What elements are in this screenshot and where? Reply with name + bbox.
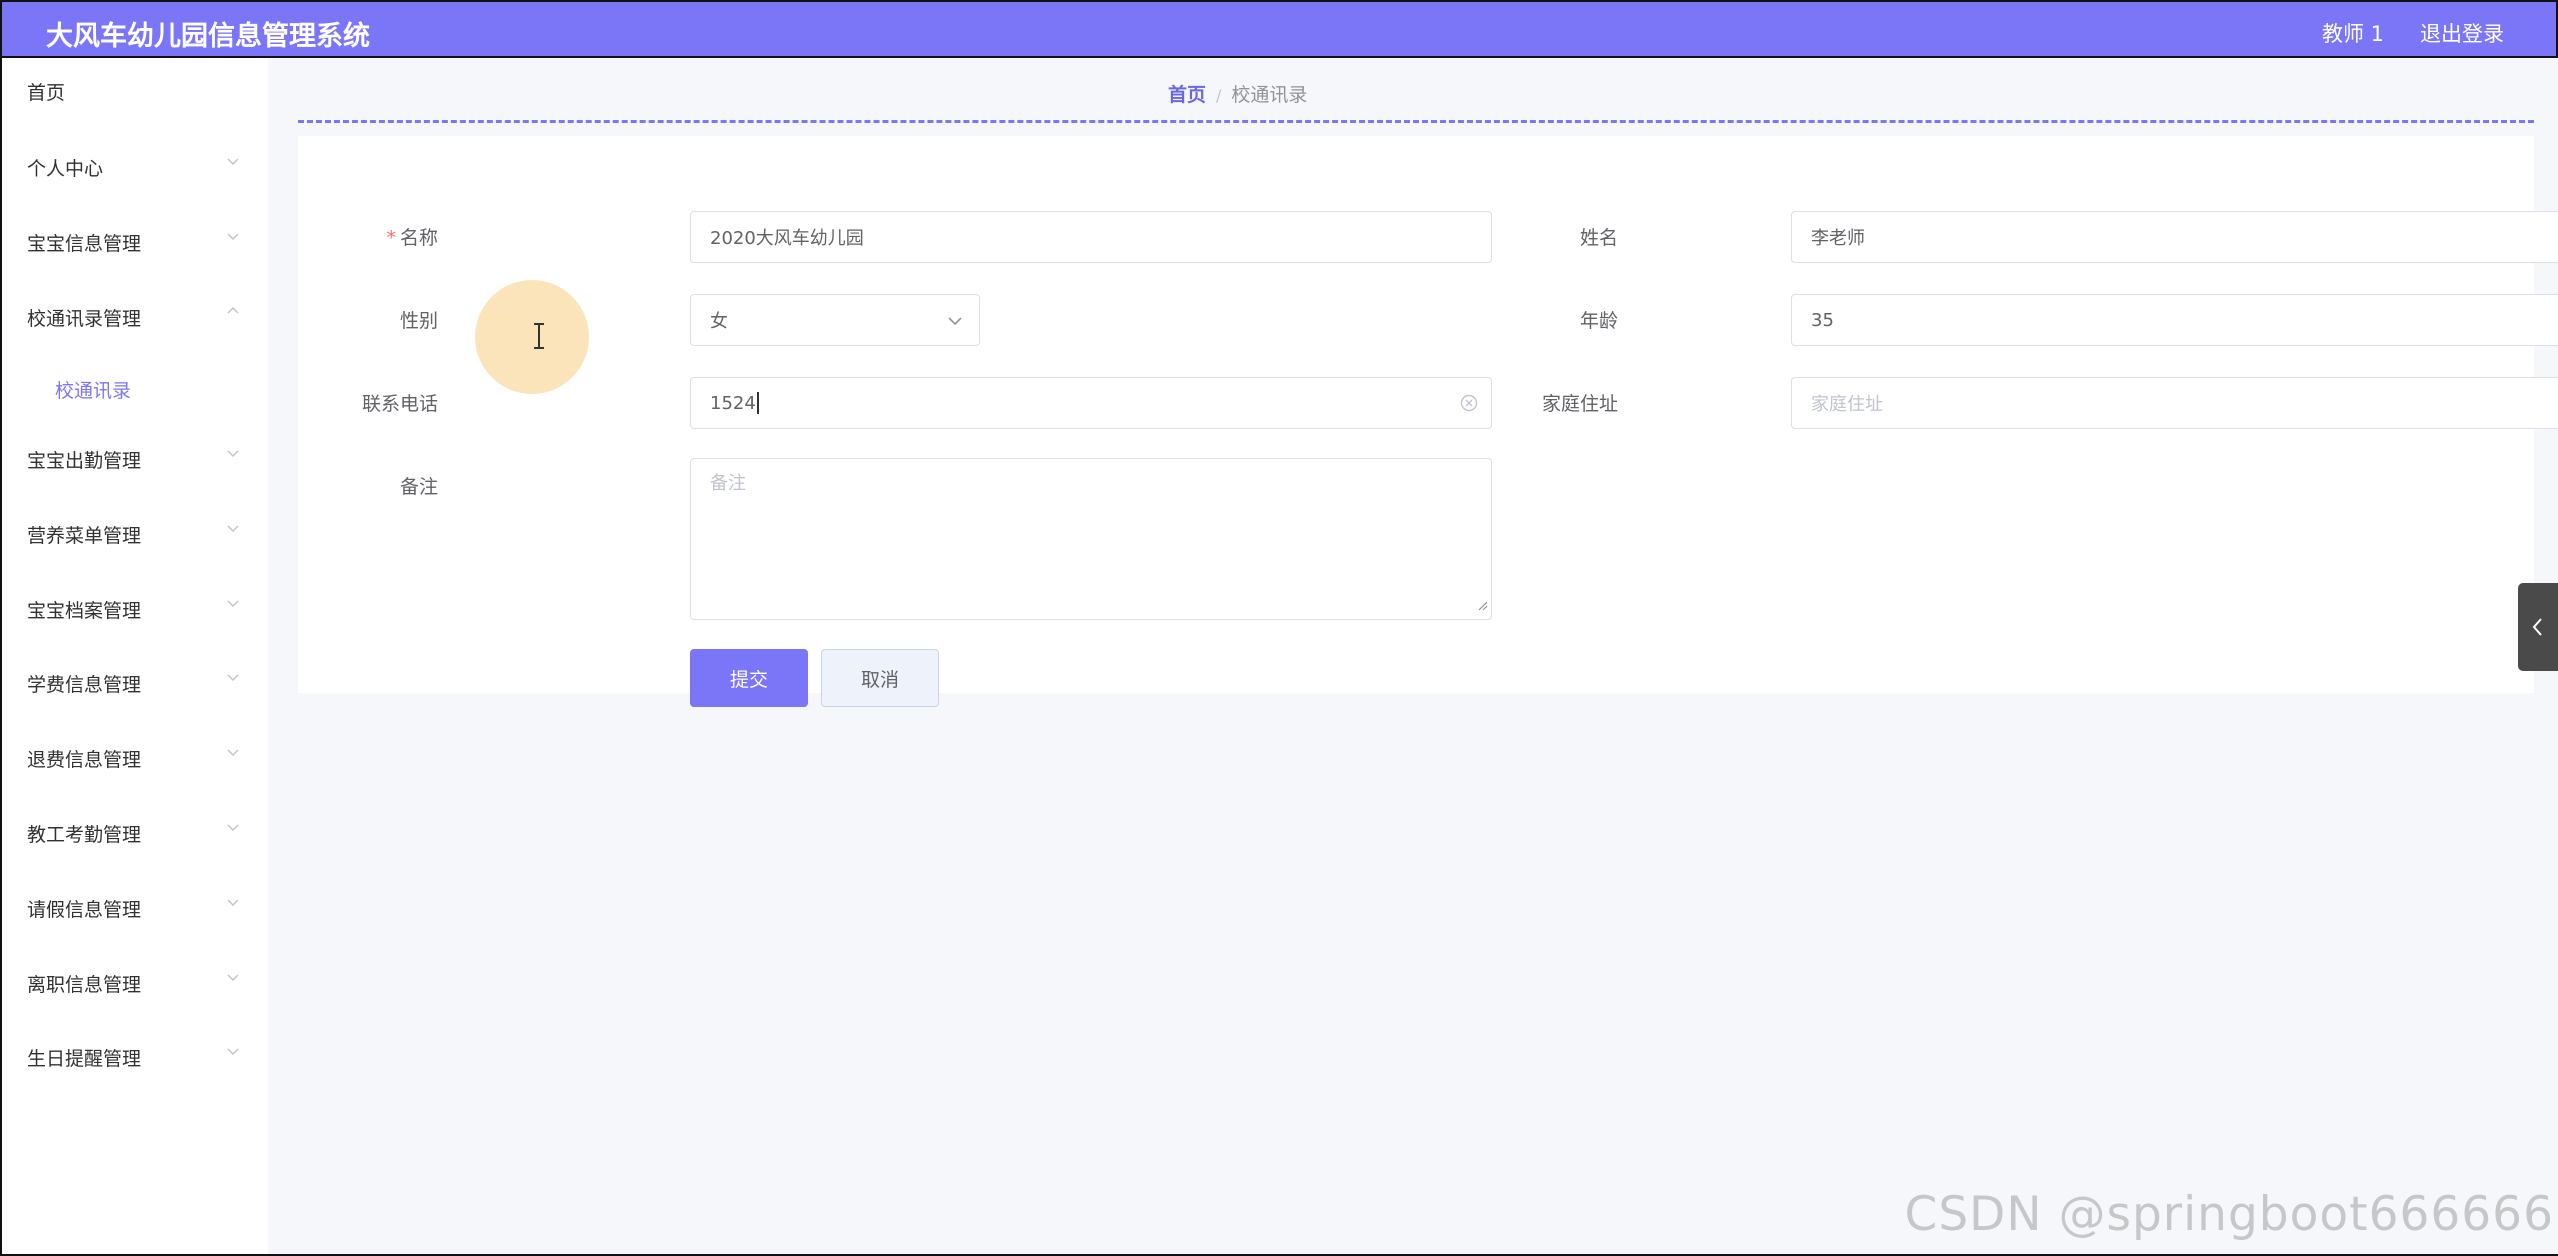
- submit-button[interactable]: 提交: [690, 649, 808, 707]
- chevron-down-icon: [226, 820, 240, 834]
- person-name-value: 李老师: [1811, 228, 1865, 249]
- current-user-label: 教师 1: [2321, 22, 2384, 46]
- collapse-panel-tab[interactable]: [2518, 583, 2558, 671]
- required-mark: *: [386, 227, 396, 249]
- app-title: 大风车幼儿园信息管理系统: [46, 21, 370, 52]
- resize-grip-icon[interactable]: [1476, 595, 1488, 616]
- contact-form: * 名称 2020大风车幼儿园 姓名 李老师 性别 女 年龄 35 联系电话 15…: [298, 136, 2558, 707]
- sidebar-item-home[interactable]: 首页: [2, 62, 268, 122]
- chevron-down-icon: [226, 154, 240, 168]
- address-input[interactable]: 家庭住址: [1791, 377, 2558, 429]
- sidebar-subitem-label: 校通讯录: [55, 380, 132, 402]
- sidebar-item-staff-attendance[interactable]: 教工考勤管理: [2, 804, 268, 864]
- sidebar: 首页 个人中心 宝宝信息管理 校通讯录管理 校通讯录 宝宝出勤管理 营养菜单管理…: [0, 58, 268, 1256]
- watermark: CSDN @springboot666666: [1904, 1187, 2554, 1242]
- sidebar-item-personal-center[interactable]: 个人中心: [2, 138, 268, 198]
- text-caret: [756, 392, 759, 414]
- name-input-value: 2020大风车幼儿园: [710, 228, 864, 249]
- phone-label: 联系电话: [361, 393, 438, 415]
- person-name-input[interactable]: 李老师: [1791, 211, 2558, 263]
- name-input[interactable]: 2020大风车幼儿园: [690, 211, 1492, 263]
- address-label: 家庭住址: [1541, 393, 1618, 415]
- sidebar-item-label: 校通讯录管理: [27, 308, 142, 330]
- sidebar-item-leave[interactable]: 请假信息管理: [2, 879, 268, 939]
- sidebar-item-baby-attendance[interactable]: 宝宝出勤管理: [2, 430, 268, 490]
- sidebar-item-school-contacts[interactable]: 校通讯录管理: [2, 288, 268, 348]
- age-input[interactable]: 35: [1791, 294, 2558, 346]
- logout-link[interactable]: 退出登录: [2420, 18, 2504, 48]
- sidebar-subitem-school-contacts[interactable]: 校通讯录: [2, 359, 268, 419]
- sidebar-item-birthday[interactable]: 生日提醒管理: [2, 1028, 268, 1088]
- sidebar-item-label: 宝宝出勤管理: [27, 450, 142, 472]
- chevron-down-icon: [226, 521, 240, 535]
- chevron-down-icon: [226, 446, 240, 460]
- chevron-down-icon: [226, 229, 240, 243]
- clear-icon[interactable]: [1459, 393, 1479, 413]
- chevron-down-icon: [226, 970, 240, 984]
- remark-label: 备注: [399, 476, 438, 498]
- remark-textarea[interactable]: 备注: [690, 458, 1492, 620]
- sidebar-item-label: 学费信息管理: [27, 674, 142, 696]
- remark-placeholder: 备注: [710, 473, 746, 494]
- sidebar-item-baby-info[interactable]: 宝宝信息管理: [2, 213, 268, 273]
- sidebar-item-label: 宝宝信息管理: [27, 233, 142, 255]
- text-cursor-icon: [530, 322, 548, 350]
- gender-select[interactable]: 女: [690, 294, 980, 346]
- phone-input-value: 1524: [710, 392, 756, 414]
- divider: [298, 120, 2534, 123]
- breadcrumb: 首页 / 校通讯录: [1168, 80, 1307, 107]
- gender-label: 性别: [399, 310, 438, 332]
- sidebar-item-resignation[interactable]: 离职信息管理: [2, 954, 268, 1014]
- sidebar-item-label: 营养菜单管理: [27, 525, 142, 547]
- sidebar-item-label: 请假信息管理: [27, 899, 142, 921]
- chevron-left-icon: [2532, 618, 2542, 636]
- sidebar-item-tuition[interactable]: 学费信息管理: [2, 654, 268, 714]
- age-label: 年龄: [1579, 310, 1618, 332]
- chevron-down-icon: [226, 596, 240, 610]
- sidebar-item-refund[interactable]: 退费信息管理: [2, 729, 268, 789]
- breadcrumb-home[interactable]: 首页: [1168, 84, 1206, 106]
- name-label: * 名称: [386, 227, 438, 249]
- sidebar-item-label: 离职信息管理: [27, 974, 142, 996]
- cancel-button[interactable]: 取消: [821, 649, 939, 707]
- sidebar-item-baby-records[interactable]: 宝宝档案管理: [2, 580, 268, 640]
- breadcrumb-current: 校通讯录: [1231, 84, 1308, 106]
- address-placeholder: 家庭住址: [1811, 394, 1883, 415]
- gender-select-value: 女: [710, 311, 728, 332]
- chevron-down-icon: [226, 1044, 240, 1058]
- sidebar-item-label: 生日提醒管理: [27, 1048, 142, 1070]
- chevron-down-icon: [226, 895, 240, 909]
- main-content: 首页 / 校通讯录 * 名称 2020大风车幼儿园 姓名 李老师 性别 女 年龄 35…: [268, 58, 2558, 1256]
- chevron-down-icon: [945, 311, 965, 331]
- breadcrumb-separator: /: [1216, 86, 1222, 105]
- chevron-up-icon: [226, 304, 240, 318]
- sidebar-item-label: 个人中心: [27, 158, 104, 180]
- person-name-label: 姓名: [1579, 227, 1618, 249]
- sidebar-item-label: 退费信息管理: [27, 749, 142, 771]
- sidebar-item-label: 教工考勤管理: [27, 824, 142, 846]
- chevron-down-icon: [226, 670, 240, 684]
- chevron-down-icon: [226, 745, 240, 759]
- sidebar-item-nutrition-menu[interactable]: 营养菜单管理: [2, 505, 268, 565]
- sidebar-item-label: 宝宝档案管理: [27, 600, 142, 622]
- sidebar-item-label: 首页: [27, 82, 66, 104]
- age-input-value: 35: [1811, 309, 1834, 331]
- phone-input[interactable]: 1524: [690, 377, 1492, 429]
- top-header: 大风车幼儿园信息管理系统 教师 1 退出登录: [0, 0, 2558, 58]
